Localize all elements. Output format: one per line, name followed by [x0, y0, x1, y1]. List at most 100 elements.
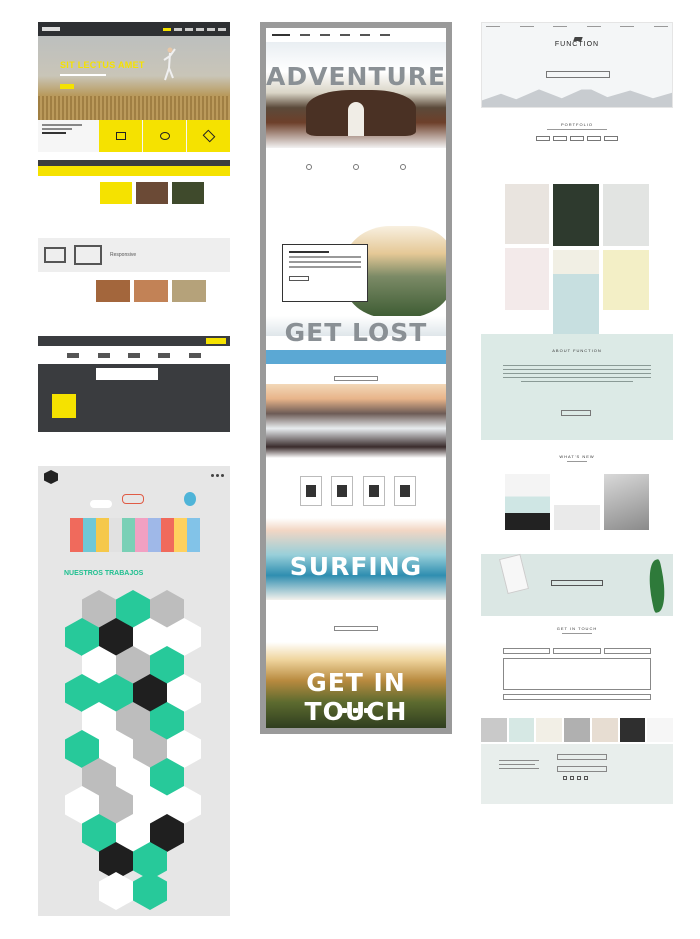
function-logo[interactable]: FUNCTION	[482, 41, 672, 48]
portfolio-thumb[interactable]	[172, 182, 204, 204]
yellow-hero: SIT LECTUS AMET	[38, 22, 230, 120]
yellow-hero-subtitle	[60, 74, 106, 76]
twitter-icon[interactable]	[353, 708, 358, 713]
feed-photo[interactable]	[647, 718, 674, 742]
email-field[interactable]	[553, 648, 601, 654]
feed-photo[interactable]	[481, 718, 507, 742]
feed-photo[interactable]	[619, 718, 646, 742]
feed-photo[interactable]	[591, 718, 618, 742]
newsletter-input[interactable]	[334, 626, 378, 631]
yellow-portfolio-section	[38, 160, 230, 230]
social-icon[interactable]	[584, 776, 588, 780]
feature-send[interactable]	[187, 120, 230, 152]
filter-tab[interactable]	[570, 136, 584, 141]
social-icon[interactable]	[577, 776, 581, 780]
news-card[interactable]	[603, 474, 649, 530]
blog-thumb[interactable]	[172, 280, 206, 302]
nav-item[interactable]	[196, 27, 204, 31]
portfolio-thumb[interactable]	[136, 182, 168, 204]
nav-item[interactable]	[185, 27, 193, 31]
paper-plane-icon	[202, 129, 215, 143]
portfolio-thumb[interactable]	[100, 182, 132, 204]
feature-laptop[interactable]	[99, 120, 142, 152]
yellow-topbar	[38, 22, 230, 36]
cta-button[interactable]	[206, 338, 226, 344]
nav-item[interactable]	[340, 34, 350, 36]
hex-tile[interactable]	[99, 872, 133, 910]
nav-item-active[interactable]	[163, 27, 171, 31]
portfolio-item[interactable]	[505, 248, 549, 310]
get-lost-button[interactable]	[334, 376, 378, 381]
intro-section	[266, 158, 446, 170]
nav-item[interactable]	[300, 34, 310, 36]
nav-item[interactable]	[360, 34, 370, 36]
shop-heading-bar	[266, 464, 446, 468]
product-card[interactable]	[362, 476, 385, 506]
blue-band	[266, 350, 446, 364]
portfolio-item[interactable]	[603, 184, 649, 246]
social-icon[interactable]	[570, 776, 574, 780]
yellow-logo[interactable]	[42, 27, 60, 31]
filter-tab[interactable]	[587, 136, 601, 141]
feed-photo[interactable]	[536, 718, 563, 742]
nav-item[interactable]	[380, 34, 390, 36]
header-button[interactable]	[546, 71, 610, 78]
yellow-hero-title: SIT LECTUS AMET	[60, 60, 145, 70]
portfolio-item[interactable]	[505, 184, 549, 244]
nav-item[interactable]	[218, 27, 226, 31]
feature-settings[interactable]	[143, 120, 186, 152]
portfolio-thumbs	[38, 176, 230, 204]
submit-button[interactable]	[503, 694, 651, 700]
balloon-icon	[184, 492, 196, 506]
filter-tab[interactable]	[553, 136, 567, 141]
jumping-person-icon	[163, 47, 176, 81]
portfolio-item[interactable]	[553, 184, 599, 246]
footer-input[interactable]	[557, 766, 607, 772]
instagram-icon[interactable]	[364, 708, 369, 713]
phone-image	[498, 553, 530, 595]
nav-item[interactable]	[174, 27, 182, 31]
yellow-cta-bar	[38, 336, 230, 346]
filter-tab[interactable]	[604, 136, 618, 141]
portfolio-item[interactable]	[553, 274, 599, 338]
footer-social	[563, 776, 588, 780]
footer-tab[interactable]	[96, 368, 158, 380]
mountain-peaks-image	[482, 87, 672, 107]
yellow-blog-section	[38, 272, 230, 332]
product-card[interactable]	[331, 476, 354, 506]
get-in-touch-heading: GET IN TOUCH	[305, 668, 407, 726]
feed-photo[interactable]	[508, 718, 535, 742]
yellow-footer	[38, 364, 230, 432]
subject-field[interactable]	[603, 648, 651, 654]
news-card[interactable]	[505, 474, 551, 530]
about-button[interactable]	[561, 410, 591, 416]
feed-photo[interactable]	[564, 718, 590, 742]
hexagon-logo[interactable]	[44, 470, 58, 484]
blog-thumb[interactable]	[96, 280, 130, 302]
yellow-nav	[163, 27, 226, 31]
adventure-logo[interactable]	[272, 34, 290, 36]
news-cards	[505, 474, 649, 530]
menu-icon[interactable]	[211, 474, 224, 477]
facebook-icon[interactable]	[342, 708, 347, 713]
portfolio-item[interactable]	[603, 250, 649, 310]
nav-item[interactable]	[207, 27, 215, 31]
filter-tab[interactable]	[536, 136, 550, 141]
yellow-hero-button[interactable]	[60, 84, 74, 89]
banner-button[interactable]	[551, 580, 603, 586]
features-text	[38, 120, 98, 152]
hex-tile[interactable]	[133, 872, 167, 910]
social-icon[interactable]	[563, 776, 567, 780]
whats-new-title: WHAT'S NEW	[559, 454, 595, 459]
nav-item[interactable]	[320, 34, 330, 36]
rock-arch-image	[306, 90, 416, 136]
message-field[interactable]	[503, 658, 651, 690]
name-field[interactable]	[503, 648, 551, 654]
blog-thumb[interactable]	[134, 280, 168, 302]
product-row	[300, 476, 416, 506]
footer-input[interactable]	[557, 754, 607, 760]
product-card[interactable]	[393, 476, 416, 506]
product-card[interactable]	[300, 476, 322, 506]
portfolio-title: PORTFOLIO	[560, 122, 594, 127]
news-card[interactable]	[554, 474, 600, 530]
